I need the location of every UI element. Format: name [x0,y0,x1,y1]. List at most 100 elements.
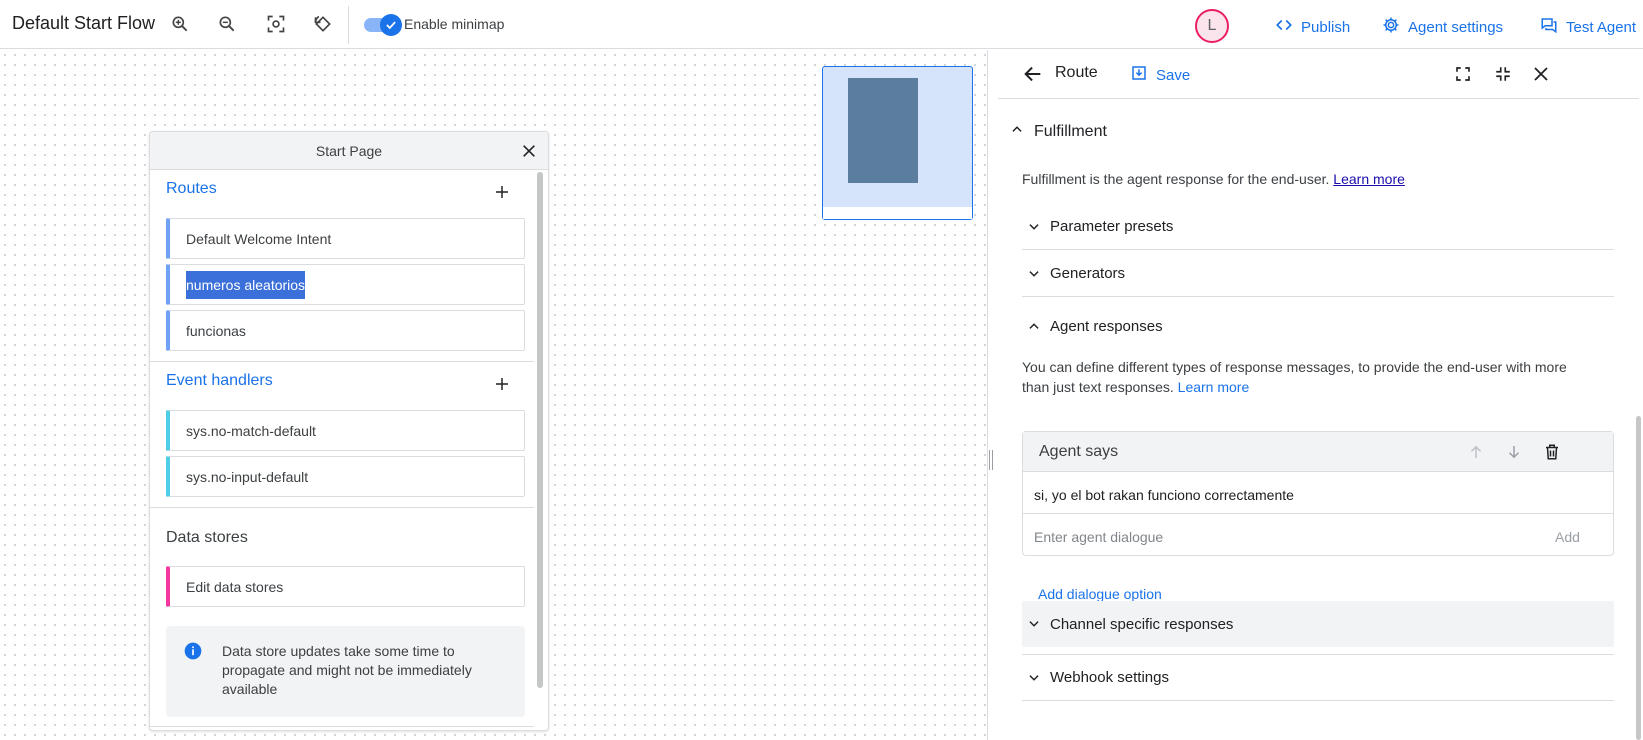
chevron-up-icon [1010,122,1024,141]
agent-says-divider [1023,513,1613,514]
card-scrollbar[interactable] [537,172,543,688]
channel-specific-responses-row[interactable]: Channel specific responses [1022,601,1614,647]
edit-data-stores-item[interactable]: Edit data stores [166,566,525,607]
avatar[interactable]: L [1195,9,1229,43]
flow-title: Default Start Flow [12,13,156,33]
fulfillment-desc-text: Fulfillment is the agent response for th… [1022,171,1330,187]
code-icon [1275,16,1293,38]
agent-responses-row[interactable]: Agent responses [1022,303,1614,349]
parameter-presets-label: Parameter presets [1050,218,1174,235]
route-label: funcionas [186,323,246,339]
save-button[interactable]: Save [1130,64,1190,86]
agent-says-card: Agent says si, yo el bot rakan funciono … [1022,431,1614,556]
route-label: Default Welcome Intent [186,231,332,247]
minimap[interactable] [822,66,973,220]
card-header: Start Page [150,132,548,170]
minimap-label: Enable minimap [404,16,505,32]
event-handler-item[interactable]: sys.no-input-default [166,456,525,497]
test-agent-button[interactable]: Test Agent [1540,16,1636,38]
chat-icon [1540,16,1558,38]
zoom-out-icon[interactable] [214,11,240,37]
fullscreen-icon[interactable] [1452,63,1474,85]
info-text: Data store updates take some time to pro… [222,643,472,697]
learn-more-link[interactable]: Learn more [1178,379,1250,395]
save-icon [1130,64,1148,86]
route-item[interactable]: Default Welcome Intent [166,218,525,259]
webhook-settings-row[interactable]: Webhook settings [1022,655,1614,701]
parameter-presets-row[interactable]: Parameter presets [1022,204,1614,250]
generators-label: Generators [1050,265,1126,282]
agent-responses-label: Agent responses [1050,317,1163,335]
learn-more-link[interactable]: Learn more [1333,171,1405,187]
event-handler-label: sys.no-match-default [186,423,316,439]
event-handler-item[interactable]: sys.no-match-default [166,410,525,451]
route-label: numeros aleatorios [186,271,306,299]
route-panel: Route Save Fulfillment Fulfillment is th… [998,50,1643,740]
agent-responses-desc-line1: You can define different types of respon… [1022,359,1567,375]
event-handler-label: sys.no-input-default [186,469,309,485]
save-label: Save [1156,66,1191,84]
section-divider [150,507,534,508]
panel-border [987,50,988,740]
minimap-footer [823,207,972,219]
add-dialogue-option-button[interactable]: Add dialogue option [1038,586,1162,602]
chevron-down-icon [1022,262,1046,286]
back-arrow-icon[interactable] [1022,63,1044,85]
routes-header: Routes [166,180,217,197]
card-title: Start Page [315,143,383,159]
agent-dialogue-text[interactable]: si, yo el bot rakan funciono correctamen… [1034,487,1294,503]
chevron-down-icon [1022,612,1046,636]
info-icon [183,641,203,661]
section-divider [150,726,534,727]
collapse-icon[interactable] [1492,63,1514,85]
fulfillment-section-toggle[interactable]: Fulfillment [1010,122,1107,141]
webhook-settings-label: Webhook settings [1050,669,1169,686]
publish-label: Publish [1301,18,1351,36]
agent-settings-button[interactable]: Agent settings [1382,16,1503,38]
gear-icon [1382,16,1400,38]
chevron-up-icon [1022,314,1046,338]
reset-layout-icon[interactable] [310,11,336,37]
channel-specific-label: Channel specific responses [1050,615,1234,633]
panel-header-divider [998,98,1639,99]
agent-responses-description: You can define different types of respon… [1022,357,1582,397]
agent-responses-desc-line2: than just text responses. [1022,379,1174,395]
panel-scrollbar[interactable] [1636,416,1641,740]
generators-row[interactable]: Generators [1022,251,1614,297]
fulfillment-title: Fulfillment [1034,122,1107,140]
data-store-label: Edit data stores [186,579,284,595]
toolbar-divider [348,6,349,44]
add-event-handler-icon[interactable] [492,374,512,394]
flow-canvas[interactable]: Start Page Routes Default Welcome Intent… [0,50,988,740]
start-page-card[interactable]: Start Page Routes Default Welcome Intent… [149,131,549,731]
data-stores-header: Data stores [166,529,248,546]
agent-says-header: Agent says [1023,432,1613,472]
test-agent-label: Test Agent [1566,18,1637,36]
minimap-viewport [848,78,918,183]
add-route-icon[interactable] [492,182,512,202]
fulfillment-description: Fulfillment is the agent response for th… [1022,169,1405,189]
chevron-down-icon [1022,666,1046,690]
agent-settings-label: Agent settings [1408,18,1504,36]
minimap-toggle[interactable] [364,14,402,36]
arrow-down-icon[interactable] [1503,441,1525,463]
event-handlers-header: Event handlers [166,372,273,389]
panel-resize-handle[interactable] [989,450,993,470]
route-item[interactable]: funcionas [166,310,525,351]
chevron-down-icon [1022,215,1046,239]
panel-title: Route [1055,64,1098,81]
check-icon [380,14,402,36]
info-banner: Data store updates take some time to pro… [166,626,525,717]
trash-icon[interactable] [1541,441,1563,463]
fit-to-screen-icon[interactable] [263,11,289,37]
arrow-up-icon[interactable] [1465,441,1487,463]
add-dialogue-button[interactable]: Add [1555,529,1580,545]
publish-button[interactable]: Publish [1275,16,1350,38]
close-icon[interactable] [518,140,540,162]
close-icon[interactable] [1530,63,1552,85]
zoom-in-icon[interactable] [167,11,193,37]
route-item-selected[interactable]: numeros aleatorios [166,264,525,305]
agent-says-title: Agent says [1039,443,1119,460]
section-divider [150,361,534,362]
agent-dialogue-input[interactable]: Enter agent dialogue [1034,529,1163,545]
